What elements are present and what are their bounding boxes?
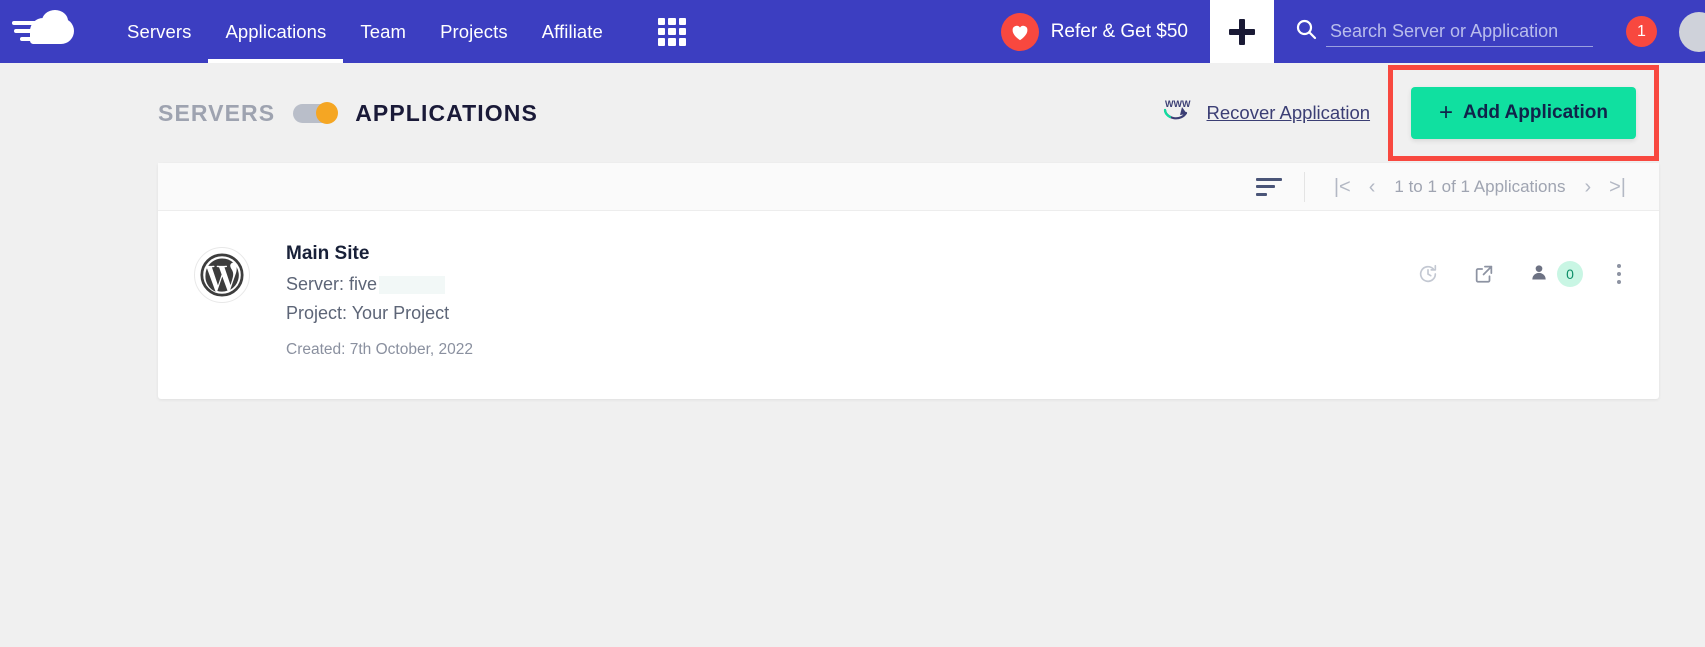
nav-item-team[interactable]: Team bbox=[343, 0, 423, 63]
add-new-button[interactable] bbox=[1210, 0, 1274, 63]
pagination-first-button[interactable]: |< bbox=[1325, 177, 1360, 197]
external-link-icon[interactable] bbox=[1473, 263, 1495, 285]
applications-panel: |< ‹ 1 to 1 of 1 Applications › >| Main … bbox=[158, 163, 1659, 399]
nav-item-projects[interactable]: Projects bbox=[423, 0, 525, 63]
avatar[interactable] bbox=[1679, 11, 1705, 52]
pagination-prev-button[interactable]: ‹ bbox=[1360, 177, 1385, 197]
cloudways-logo[interactable] bbox=[12, 9, 74, 52]
header-actions: WWW Recover Application + Add Applicatio… bbox=[1161, 65, 1705, 161]
recover-application-link[interactable]: WWW Recover Application bbox=[1161, 96, 1371, 131]
user-icon bbox=[1529, 262, 1549, 287]
nav-item-affiliate[interactable]: Affiliate bbox=[525, 0, 620, 63]
application-details: Main Site Server: five Project: Your Pro… bbox=[286, 243, 473, 359]
add-application-highlight: + Add Application bbox=[1388, 65, 1659, 161]
pagination: |< ‹ 1 to 1 of 1 Applications › >| bbox=[1303, 171, 1635, 202]
search-area: 1 bbox=[1274, 0, 1665, 63]
plus-icon: + bbox=[1439, 99, 1454, 126]
panel-toolbar: |< ‹ 1 to 1 of 1 Applications › >| bbox=[158, 163, 1659, 211]
pagination-last-button[interactable]: >| bbox=[1600, 177, 1635, 197]
redacted-block bbox=[379, 275, 446, 294]
heart-icon bbox=[1000, 12, 1039, 51]
add-application-button[interactable]: + Add Application bbox=[1411, 87, 1636, 139]
restore-clock-icon[interactable] bbox=[1417, 263, 1439, 285]
kebab-menu-icon[interactable] bbox=[1617, 264, 1621, 284]
notification-badge[interactable]: 1 bbox=[1626, 16, 1657, 47]
wordpress-icon bbox=[194, 247, 250, 303]
application-actions: 0 bbox=[1383, 261, 1621, 287]
nav-item-applications[interactable]: Applications bbox=[208, 0, 344, 63]
pagination-next-button[interactable]: › bbox=[1575, 177, 1600, 197]
application-server: Server: five bbox=[286, 274, 473, 295]
servers-applications-toggle[interactable] bbox=[293, 101, 339, 124]
page-body: SERVERS APPLICATIONS WWW Recover Applica… bbox=[0, 63, 1705, 647]
application-list-item[interactable]: Main Site Server: five Project: Your Pro… bbox=[158, 211, 1659, 399]
recover-application-label: Recover Application bbox=[1206, 102, 1371, 123]
toggle-knob bbox=[316, 101, 339, 124]
www-recover-icon: WWW bbox=[1161, 96, 1195, 131]
page-header: SERVERS APPLICATIONS WWW Recover Applica… bbox=[0, 63, 1705, 163]
nav-item-servers[interactable]: Servers bbox=[110, 0, 208, 63]
application-server-label: Server: five bbox=[286, 274, 378, 294]
servers-applications-toggle-group: SERVERS APPLICATIONS bbox=[158, 100, 538, 127]
segment-servers[interactable]: SERVERS bbox=[158, 100, 275, 127]
refer-label: Refer & Get $50 bbox=[1050, 20, 1188, 42]
pagination-status: 1 to 1 of 1 Applications bbox=[1394, 176, 1566, 196]
add-application-label: Add Application bbox=[1463, 102, 1608, 123]
application-users[interactable]: 0 bbox=[1529, 261, 1583, 287]
main-nav-links: Servers Applications Team Projects Affil… bbox=[110, 0, 686, 63]
search-icon bbox=[1294, 17, 1318, 46]
application-project: Project: Your Project bbox=[286, 303, 450, 323]
grid-apps-icon[interactable] bbox=[657, 17, 686, 46]
nav-right-cluster: Refer & Get $50 1 bbox=[991, 0, 1705, 63]
sort-icon[interactable] bbox=[1255, 177, 1282, 196]
segment-applications[interactable]: APPLICATIONS bbox=[355, 100, 538, 127]
svg-text:WWW: WWW bbox=[1165, 99, 1191, 109]
application-users-count: 0 bbox=[1557, 261, 1583, 287]
application-created-date: Created: 7th October, 2022 bbox=[286, 341, 473, 358]
application-name: Main Site bbox=[286, 243, 370, 264]
search-underline bbox=[1326, 46, 1593, 47]
refer-and-get-button[interactable]: Refer & Get $50 bbox=[991, 0, 1210, 63]
plus-icon bbox=[1229, 18, 1255, 45]
search-input[interactable] bbox=[1330, 21, 1620, 42]
top-navigation-bar: Servers Applications Team Projects Affil… bbox=[0, 0, 1705, 63]
